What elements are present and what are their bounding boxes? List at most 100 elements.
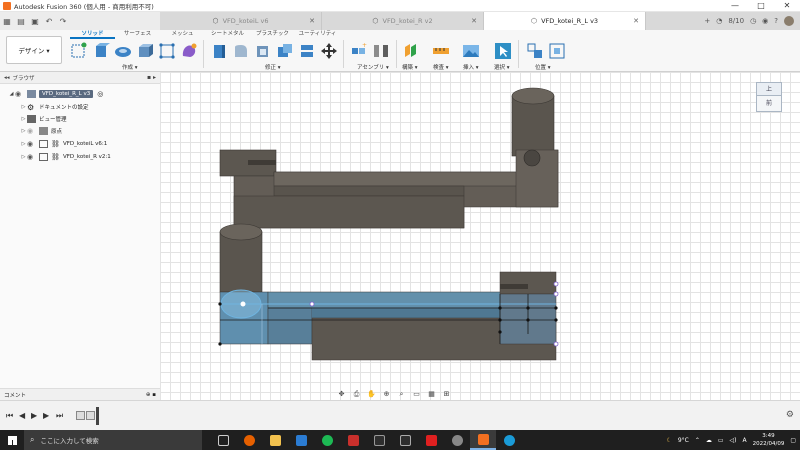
clock[interactable]: 3:49 2022/04/09 [753, 432, 785, 448]
tray-up-icon[interactable]: ⌃ [695, 437, 700, 444]
new-tab-icon[interactable]: + [704, 17, 710, 25]
notification-center-icon[interactable]: ▢ [790, 437, 796, 444]
save-icon[interactable]: ▣ [28, 17, 42, 26]
acrobat-icon[interactable] [418, 430, 444, 450]
tab-surface[interactable]: サーフェス [115, 30, 160, 39]
settings-gear-icon[interactable]: ⚙ [786, 410, 794, 420]
store-icon[interactable] [366, 430, 392, 450]
group-insert[interactable]: 挿入 ▾ [463, 63, 479, 71]
display-settings-icon[interactable]: ▭ [411, 390, 422, 398]
pattern-icon[interactable] [158, 42, 176, 60]
fillet-icon[interactable] [232, 42, 250, 60]
red-app-icon[interactable] [340, 430, 366, 450]
box-icon[interactable] [136, 42, 154, 60]
viewport-canvas[interactable]: 上 前 [160, 72, 800, 400]
orbit-axis-icon[interactable]: ✥ [336, 390, 347, 398]
eye-icon[interactable]: ◉ [27, 140, 36, 148]
expand-right-icon[interactable]: ▷ [20, 128, 27, 134]
group-modify[interactable]: 修正 ▾ [265, 63, 281, 71]
shell-icon[interactable] [254, 42, 272, 60]
tab-vfd-kotei-r[interactable]: ⬡ VFD_kotei_R v2 ✕ [322, 12, 484, 30]
file-explorer-icon[interactable] [262, 430, 288, 450]
group-assemble[interactable]: アセンブリ ▾ [357, 63, 389, 71]
onedrive-icon[interactable]: ☁ [706, 437, 712, 444]
mail-icon[interactable] [288, 430, 314, 450]
expand-right-icon[interactable]: ▷ [20, 141, 27, 147]
timeline-marker[interactable] [96, 407, 99, 425]
measure-icon[interactable] [432, 42, 450, 60]
tree-item-origin[interactable]: ▷ ◉ 原点 [20, 125, 62, 137]
fusion-taskbar-icon[interactable] [470, 430, 496, 450]
upper-body[interactable] [219, 87, 559, 229]
blue-c-app-icon[interactable] [496, 430, 522, 450]
expand-right-icon[interactable]: ▷ [20, 116, 27, 122]
grid-settings-icon[interactable]: ▦ [426, 390, 437, 398]
firefox-icon[interactable] [236, 430, 262, 450]
tree-item-view-management[interactable]: ▷ ビュー管理 [20, 113, 67, 125]
look-at-icon[interactable]: ⎙ [351, 390, 362, 399]
fit-icon[interactable]: ⌕ [396, 390, 407, 399]
group-construct[interactable]: 構築 ▾ [402, 63, 418, 71]
add-comment-icon[interactable]: ⊕ ▪ [146, 392, 156, 398]
split-body-icon[interactable] [298, 42, 316, 60]
group-position[interactable]: 位置 ▾ [535, 63, 551, 71]
eye-icon[interactable]: ◉ [27, 153, 36, 161]
tree-root[interactable]: ◢ ◉ VFD_kotei_R_L v3 ◎ [8, 88, 103, 100]
tree-item-component-r[interactable]: ▷ ◉ ⛓ VFD_kotei_R v2:1 [20, 151, 111, 163]
expand-down-icon[interactable]: ◢ [8, 91, 15, 97]
offset-plane-icon[interactable] [402, 42, 420, 60]
go-to-end-icon[interactable]: ⏭ [56, 411, 63, 421]
minimize-button[interactable]: — [722, 0, 748, 12]
grid-menu-icon[interactable]: ▦ [0, 17, 14, 26]
ime-icon[interactable]: A [743, 437, 747, 444]
press-pull-icon[interactable] [210, 42, 228, 60]
collapse-icon[interactable]: ◂◂ [4, 75, 10, 81]
lower-body[interactable] [218, 223, 559, 361]
spotify-icon[interactable] [314, 430, 340, 450]
tab-mesh[interactable]: メッシュ [160, 30, 205, 39]
close-tab-icon[interactable]: ✕ [471, 17, 477, 25]
terminal-icon[interactable] [392, 430, 418, 450]
combine-icon[interactable] [276, 42, 294, 60]
group-create[interactable]: 作成 ▾ [122, 63, 138, 71]
maximize-button[interactable]: □ [748, 0, 774, 12]
tree-item-component-l[interactable]: ▷ ◉ ⛓ VFD_koteiL v6:1 [20, 138, 107, 150]
taskbar-search[interactable]: ⌕ ここに入力して検索 [24, 430, 202, 450]
capture-position-icon[interactable] [548, 42, 566, 60]
pan-icon[interactable]: ✋ [366, 390, 377, 398]
zoom-icon[interactable]: ⊕ [381, 390, 392, 398]
undo-icon[interactable]: ↶ [42, 17, 56, 26]
job-count[interactable]: 8/10 [728, 17, 744, 25]
tab-vfd-koteil[interactable]: ⬡ VFD_koteiL v6 ✕ [160, 12, 322, 30]
clock-icon[interactable]: ◷ [750, 17, 756, 25]
eye-off-icon[interactable]: ◉ [27, 127, 36, 135]
position-icon[interactable] [526, 42, 544, 60]
file-icon[interactable]: ▤ [14, 17, 28, 26]
tab-sheetmetal[interactable]: シートメタル [205, 30, 250, 39]
settings-icon[interactable] [444, 430, 470, 450]
avatar[interactable] [784, 16, 794, 26]
view-cube-front[interactable]: 前 [756, 96, 782, 112]
view-cube[interactable]: 上 前 [756, 82, 782, 118]
jobs-icon[interactable]: ◔ [716, 17, 722, 25]
notification-icon[interactable]: ◉ [762, 17, 768, 25]
expand-right-icon[interactable]: ▷ [20, 104, 27, 110]
tab-solid[interactable]: ソリッド [70, 30, 115, 39]
timeline-feature-2[interactable] [86, 411, 95, 420]
volume-icon[interactable]: ◁) [730, 437, 737, 444]
model-view[interactable] [160, 72, 800, 400]
insert-image-icon[interactable] [462, 42, 480, 60]
group-inspect[interactable]: 検査 ▾ [433, 63, 449, 71]
form-icon[interactable] [180, 42, 198, 60]
close-tab-icon[interactable]: ✕ [633, 17, 639, 25]
create-sketch-icon[interactable] [70, 42, 88, 60]
view-cube-top[interactable]: 上 [756, 82, 782, 96]
group-select[interactable]: 選択 ▾ [494, 63, 510, 71]
help-icon[interactable]: ? [774, 17, 778, 25]
tab-vfd-kotei-r-l[interactable]: ⬡ VFD_kotei_R_L v3 ✕ [484, 12, 646, 30]
eye-icon[interactable]: ◉ [15, 90, 24, 98]
timeline-feature-1[interactable] [76, 411, 85, 420]
windows-start-icon[interactable] [0, 430, 24, 450]
joint-icon[interactable] [372, 42, 390, 60]
step-forward-icon[interactable]: ▶ [43, 411, 49, 420]
